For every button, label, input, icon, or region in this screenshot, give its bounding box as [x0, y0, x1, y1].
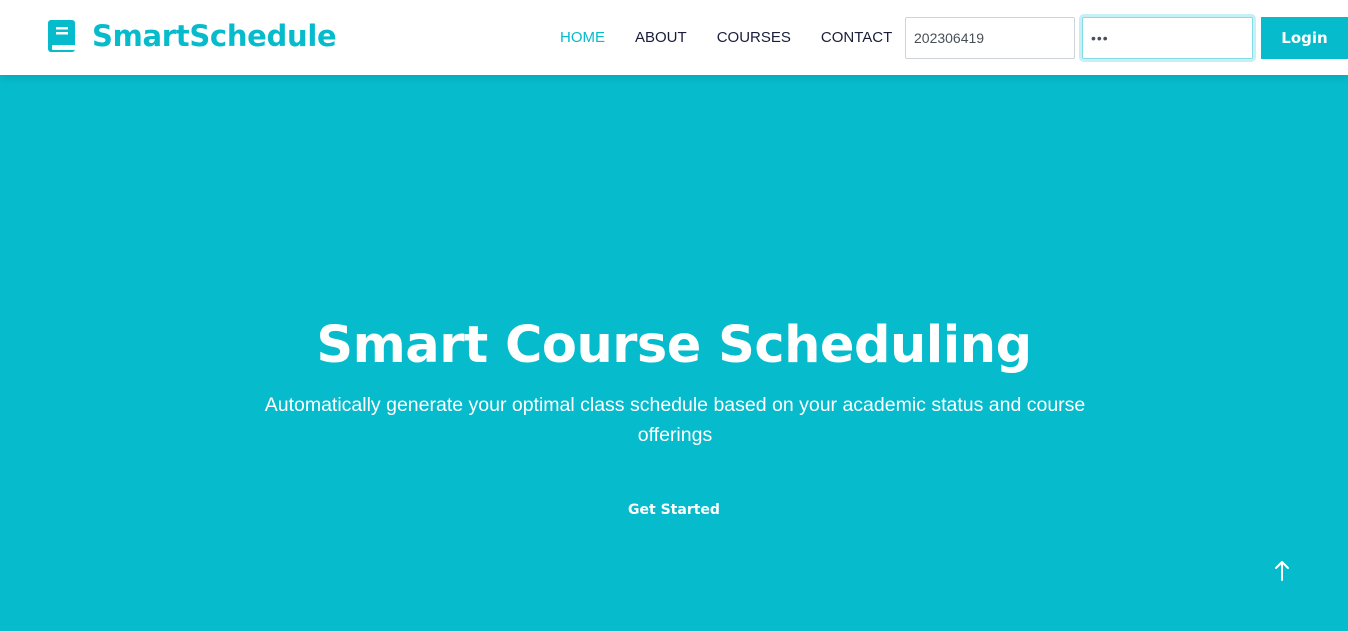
nav-link-courses[interactable]: COURSES	[702, 29, 806, 46]
get-started-button[interactable]: Get Started	[594, 497, 754, 523]
nav-link-home[interactable]: HOME	[545, 29, 620, 46]
hero-subtitle: Automatically generate your optimal clas…	[264, 394, 1086, 446]
password-input[interactable]	[1082, 17, 1253, 59]
back-to-top-button[interactable]	[1268, 557, 1296, 585]
nav-link-about[interactable]: ABOUT	[620, 29, 702, 46]
nav-link-contact[interactable]: CONTACT	[806, 29, 907, 46]
hero-title: Smart Course Scheduling	[316, 316, 1032, 375]
username-input[interactable]	[905, 17, 1075, 59]
brand-logo-link[interactable]: SmartSchedule	[47, 18, 337, 54]
login-button[interactable]: Login	[1261, 17, 1348, 59]
hero-section: Smart Course Scheduling Automatically ge…	[0, 75, 1348, 631]
brand-name: SmartSchedule	[92, 19, 337, 53]
book-icon	[48, 20, 75, 52]
nav-menu: HOME ABOUT COURSES CONTACT	[545, 0, 907, 75]
navbar: SmartSchedule HOME ABOUT COURSES CONTACT…	[0, 0, 1348, 75]
arrow-up-icon	[1275, 561, 1289, 581]
